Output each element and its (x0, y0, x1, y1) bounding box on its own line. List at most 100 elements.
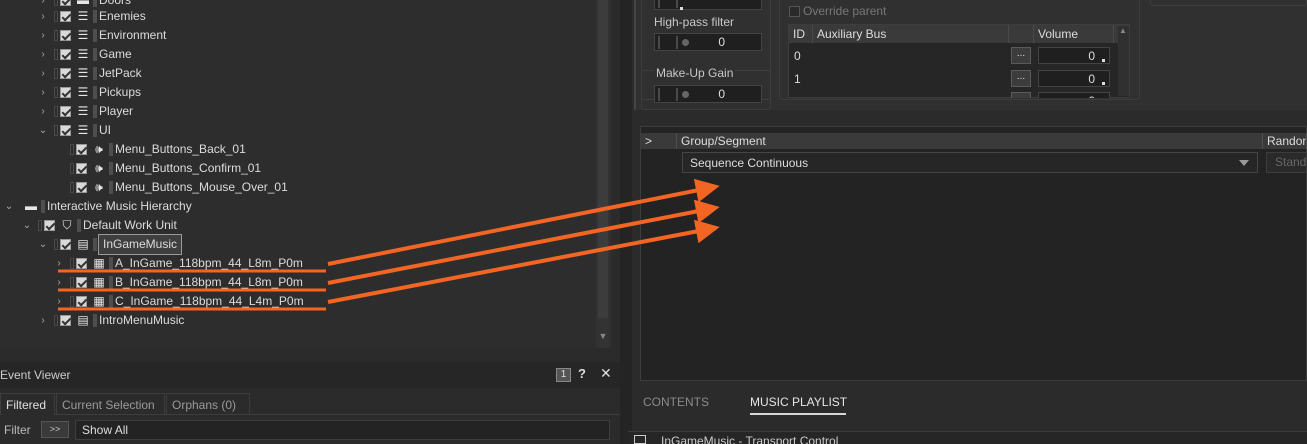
tree-row[interactable]: › ☰ Game (0, 45, 596, 64)
chevron-right-icon[interactable]: › (38, 83, 48, 102)
column-volume[interactable]: Volume (1034, 25, 1114, 43)
column-random[interactable]: Random (1263, 133, 1307, 149)
filter-toggle-button[interactable]: >> (41, 421, 69, 438)
chevron-right-icon[interactable]: › (54, 292, 64, 311)
include-checkbox[interactable] (76, 163, 87, 174)
chevron-right-icon[interactable]: › (38, 7, 48, 26)
lock-icon[interactable] (54, 125, 58, 136)
tree-row[interactable]: ⌄ ☰ UI (0, 121, 596, 140)
chevron-down-icon[interactable]: ⌄ (38, 235, 48, 254)
chevron-down-icon[interactable]: ⌄ (38, 121, 48, 140)
lock-icon[interactable] (54, 11, 58, 22)
tab-filtered[interactable]: Filtered (0, 393, 55, 415)
tree-scrollbar[interactable]: ▼ (596, 0, 610, 348)
aux-scrollbar[interactable]: ▲ (1118, 26, 1129, 96)
browse-bus-button[interactable]: ... (1011, 47, 1031, 64)
chevron-right-icon[interactable]: › (38, 311, 48, 330)
lock-icon[interactable] (54, 87, 58, 98)
include-checkbox[interactable] (60, 315, 71, 326)
random-type-dropdown[interactable]: Standard (1266, 152, 1307, 173)
tree-row[interactable]: › ☰ Player (0, 102, 596, 121)
scroll-down-icon[interactable]: ▼ (597, 330, 609, 342)
tree-row[interactable]: 🕪 Menu_Buttons_Confirm_01 (0, 159, 596, 178)
include-checkbox[interactable] (60, 30, 71, 41)
makeup-gain-slider[interactable]: 0 (654, 85, 762, 103)
tree-row[interactable]: › ▦ B_InGame_118bpm_44_L8m_P0m (0, 273, 596, 292)
include-checkbox[interactable] (76, 258, 87, 269)
lock-icon[interactable] (70, 163, 74, 174)
column-group-segment[interactable]: Group/Segment (677, 133, 1263, 149)
tree-row[interactable]: › ☰ JetPack (0, 64, 596, 83)
include-checkbox[interactable] (60, 0, 71, 6)
lock-icon[interactable] (54, 68, 58, 79)
panel-splitter[interactable] (620, 0, 632, 444)
include-checkbox[interactable] (60, 106, 71, 117)
scroll-up-icon[interactable]: ▲ (1119, 26, 1127, 35)
chevron-right-icon[interactable]: › (38, 45, 48, 64)
tree-row[interactable]: 🕪 Menu_Buttons_Mouse_Over_01 (0, 178, 596, 197)
highpass-slider[interactable]: 0 (654, 33, 762, 51)
tree-row[interactable]: › ☰ Enemies (0, 7, 596, 26)
aux-row[interactable]: 0 ... 0 (789, 45, 1129, 67)
view-instance-badge[interactable]: 1 (556, 368, 571, 382)
lock-icon[interactable] (70, 182, 74, 193)
tree-row[interactable]: › ▦ C_InGame_118bpm_44_L4m_P0m (0, 292, 596, 311)
include-checkbox[interactable] (60, 49, 71, 60)
include-checkbox[interactable] (76, 144, 87, 155)
lock-icon[interactable] (54, 106, 58, 117)
tree-row[interactable]: ⌄ ▤ InGameMusic (0, 234, 596, 255)
lowpass-slider[interactable] (654, 0, 762, 10)
chevron-down-icon[interactable]: ⌄ (4, 197, 14, 216)
lock-icon[interactable] (54, 0, 58, 6)
tree-row[interactable]: › ☰ Pickups (0, 83, 596, 102)
tab-current-selection[interactable]: Current Selection (56, 393, 165, 415)
tab-orphans[interactable]: Orphans (0) (166, 393, 250, 415)
aux-volume-slider[interactable]: 0 (1038, 47, 1110, 64)
column-id[interactable]: ID (789, 25, 813, 43)
include-checkbox[interactable] (60, 125, 71, 136)
lock-icon[interactable] (70, 277, 74, 288)
lock-icon[interactable] (70, 258, 74, 269)
include-checkbox[interactable] (44, 220, 55, 231)
tree-row[interactable]: › ▤ IntroMenuMusic (0, 311, 596, 330)
playlist-group-dropdown[interactable]: Sequence Continuous (682, 152, 1258, 173)
include-checkbox[interactable] (60, 87, 71, 98)
include-checkbox[interactable] (60, 239, 71, 250)
aux-row[interactable]: 1 ... 0 (789, 68, 1129, 90)
filter-field[interactable]: Show All (75, 420, 610, 440)
scrollbar-thumb[interactable] (598, 0, 608, 318)
slider-knob-icon[interactable] (682, 39, 689, 46)
chevron-right-icon[interactable]: › (38, 102, 48, 121)
include-checkbox[interactable] (76, 296, 87, 307)
tree-row[interactable]: ⌄ ⛉ Default Work Unit (0, 216, 596, 235)
slider-knob-icon[interactable] (682, 91, 689, 98)
help-icon[interactable]: ? (578, 366, 586, 381)
include-checkbox[interactable] (76, 182, 87, 193)
lock-icon[interactable] (70, 296, 74, 307)
chevron-right-icon[interactable]: › (54, 254, 64, 273)
lock-icon[interactable] (54, 30, 58, 41)
lock-icon[interactable] (38, 220, 42, 231)
browse-bus-button[interactable]: ... (1011, 70, 1031, 87)
chevron-right-icon[interactable]: › (38, 26, 48, 45)
browse-bus-button[interactable] (1011, 92, 1031, 98)
tab-music-playlist[interactable]: MUSIC PLAYLIST (750, 395, 847, 409)
expand-column[interactable]: > (641, 133, 677, 149)
tree-row[interactable]: › ▦ A_InGame_118bpm_44_L8m_P0m (0, 254, 596, 273)
column-auxiliary-bus[interactable]: Auxiliary Bus (813, 25, 1009, 43)
tree-row[interactable]: ⌄ ▬ Interactive Music Hierarchy (0, 197, 596, 216)
lock-icon[interactable] (54, 239, 58, 250)
override-parent-checkbox[interactable] (789, 6, 800, 17)
include-checkbox[interactable] (60, 68, 71, 79)
lock-icon[interactable] (54, 315, 58, 326)
close-icon[interactable]: ✕ (600, 365, 612, 382)
include-checkbox[interactable] (76, 277, 87, 288)
chevron-right-icon[interactable]: › (54, 273, 64, 292)
aux-volume-slider[interactable]: 0 (1038, 92, 1110, 98)
chevron-down-icon[interactable]: ⌄ (22, 216, 32, 235)
chevron-right-icon[interactable]: › (38, 64, 48, 83)
tree-row[interactable]: › ☰ Environment (0, 26, 596, 45)
include-checkbox[interactable] (60, 11, 71, 22)
tree-row[interactable]: 🕪 Menu_Buttons_Back_01 (0, 140, 596, 159)
lock-icon[interactable] (54, 49, 58, 60)
